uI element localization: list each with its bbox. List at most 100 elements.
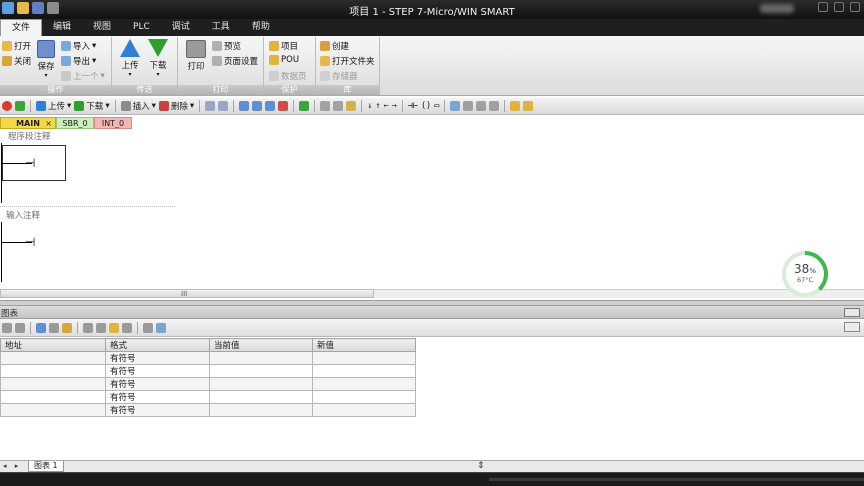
preview-button[interactable]: 预览 [212, 40, 241, 52]
chart-read-icon[interactable] [122, 322, 132, 333]
menu-edit[interactable]: 编辑 [42, 19, 82, 36]
tab-sbr-0[interactable]: SBR_0 [56, 117, 94, 129]
ladder-editor[interactable]: 程序段注释 ⊣ 输入注释 ⊣ III [0, 129, 864, 300]
sheet-nav-arrows-icon[interactable]: ◂ ▸ [3, 462, 21, 470]
navigate-first-icon[interactable] [239, 101, 250, 111]
previous-button[interactable]: 上一个 ▾ [61, 70, 105, 82]
menu-help[interactable]: 帮助 [241, 19, 281, 36]
address-icon[interactable] [463, 101, 474, 111]
panel-pin-icon[interactable] [844, 308, 860, 317]
chart-add-icon[interactable] [2, 322, 12, 333]
save-button[interactable]: 保存 ▾ [33, 40, 59, 79]
format-cell[interactable]: 有符号 [105, 390, 210, 404]
menu-plc[interactable]: PLC [122, 19, 161, 36]
menu-tools[interactable]: 工具 [201, 19, 241, 36]
pou-info-icon[interactable] [346, 101, 357, 111]
download-button[interactable]: 下载 ▾ [146, 39, 170, 78]
new-value-cell[interactable] [312, 364, 416, 378]
new-value-cell[interactable] [312, 403, 416, 417]
table-row[interactable]: 有符号 [0, 403, 416, 417]
tab-chart-1[interactable]: 图表 1 [28, 461, 64, 472]
chart-trend-icon[interactable] [143, 322, 153, 333]
chart-options-icon[interactable] [156, 322, 166, 333]
box-icon[interactable]: ▭ [434, 100, 439, 113]
tab-int-0[interactable]: INT_0 [94, 117, 132, 129]
program-comment[interactable]: 程序段注释 [8, 130, 51, 142]
column-header-format[interactable]: 格式 [105, 338, 210, 352]
symbol-icon[interactable] [320, 101, 331, 111]
new-value-cell[interactable] [312, 351, 416, 365]
clear-icon[interactable] [278, 101, 289, 111]
close-icon[interactable] [850, 2, 860, 12]
bookmark-icon[interactable] [218, 101, 229, 111]
toolbar-download-button[interactable]: 下载 ▾ [74, 100, 110, 113]
chart-insert-icon[interactable] [15, 322, 25, 333]
menu-file[interactable]: 文件 [0, 19, 43, 36]
chart-unforce-icon[interactable] [96, 322, 106, 333]
chart-table-icon[interactable] [49, 322, 59, 333]
protect-project-button[interactable]: 项目 [269, 40, 298, 52]
compile-icon[interactable] [299, 101, 310, 111]
network-comment-input[interactable]: 输入注释 [6, 209, 40, 221]
chart-lock-icon[interactable] [109, 322, 119, 333]
open-folder-button[interactable]: 打开文件夹 [320, 55, 375, 67]
table-row[interactable]: 有符号 [0, 351, 416, 365]
protect-icon[interactable] [510, 101, 521, 111]
print-button[interactable]: 打印 [183, 40, 209, 72]
properties-icon[interactable] [523, 101, 534, 111]
menu-view[interactable]: 视图 [82, 19, 122, 36]
navigate-back-icon[interactable] [252, 101, 263, 111]
format-cell[interactable]: 有符号 [105, 403, 210, 417]
table-row[interactable]: 有符号 [0, 377, 416, 391]
panel-toolbar-pin-icon[interactable] [844, 322, 860, 332]
chart-view-icon[interactable] [36, 322, 46, 333]
address-cell[interactable] [0, 364, 106, 378]
coil-icon[interactable]: () [421, 100, 431, 113]
split-handle-icon[interactable]: ⇕ [477, 461, 485, 471]
stop-icon[interactable] [2, 101, 12, 111]
table-row[interactable]: 有符号 [0, 390, 416, 404]
edit-icon[interactable] [476, 101, 487, 111]
protect-pou-button[interactable]: POU [269, 55, 299, 65]
ladder-line-left-icon[interactable]: ← [383, 100, 388, 113]
ladder-line-right-icon[interactable]: → [392, 100, 397, 113]
view-options-icon[interactable] [450, 101, 461, 111]
format-cell[interactable]: 有符号 [105, 351, 210, 365]
table-row[interactable]: 有符号 [0, 364, 416, 378]
close-tab-icon[interactable]: × [45, 118, 52, 129]
annotation-icon[interactable] [489, 101, 500, 111]
import-button[interactable]: 导入 ▾ [61, 40, 96, 52]
ladder-line-up-icon[interactable]: ↑ [375, 100, 380, 113]
maximize-icon[interactable] [834, 2, 844, 12]
chart-write-icon[interactable] [62, 322, 72, 333]
minimize-icon[interactable] [818, 2, 828, 12]
run-icon[interactable] [15, 101, 25, 111]
new-value-cell[interactable] [312, 390, 416, 404]
column-header-address[interactable]: 地址 [0, 338, 106, 352]
protect-data-page-button[interactable]: 数据页 [269, 70, 307, 82]
format-cell[interactable]: 有符号 [105, 377, 210, 391]
tab-main[interactable]: MAIN × [0, 117, 56, 129]
library-memory-button[interactable]: 存储器 [320, 70, 358, 82]
horizontal-scrollbar[interactable]: III [0, 289, 374, 298]
page-setup-button[interactable]: 页面设置 [212, 55, 258, 67]
contact-icon[interactable]: ⊣⊢ [408, 100, 418, 113]
create-library-button[interactable]: 创建 [320, 40, 349, 52]
column-header-new-value[interactable]: 新值 [312, 338, 416, 352]
network-icon[interactable] [205, 101, 216, 111]
ladder-line-down-icon[interactable]: ↓ [367, 100, 372, 113]
menu-debug[interactable]: 调试 [161, 19, 201, 36]
navigate-forward-icon[interactable] [265, 101, 276, 111]
address-cell[interactable] [0, 403, 106, 417]
address-cell[interactable] [0, 377, 106, 391]
chart-force-icon[interactable] [83, 322, 93, 333]
toolbar-insert-button[interactable]: 插入 ▾ [120, 100, 156, 113]
column-header-current-value[interactable]: 当前值 [209, 338, 313, 352]
address-cell[interactable] [0, 390, 106, 404]
address-cell[interactable] [0, 351, 106, 365]
close-button[interactable]: 关闭 [2, 55, 31, 67]
format-cell[interactable]: 有符号 [105, 364, 210, 378]
open-button[interactable]: 打开 [2, 40, 31, 52]
upload-button[interactable]: 上传 ▾ [118, 39, 142, 78]
new-value-cell[interactable] [312, 377, 416, 391]
